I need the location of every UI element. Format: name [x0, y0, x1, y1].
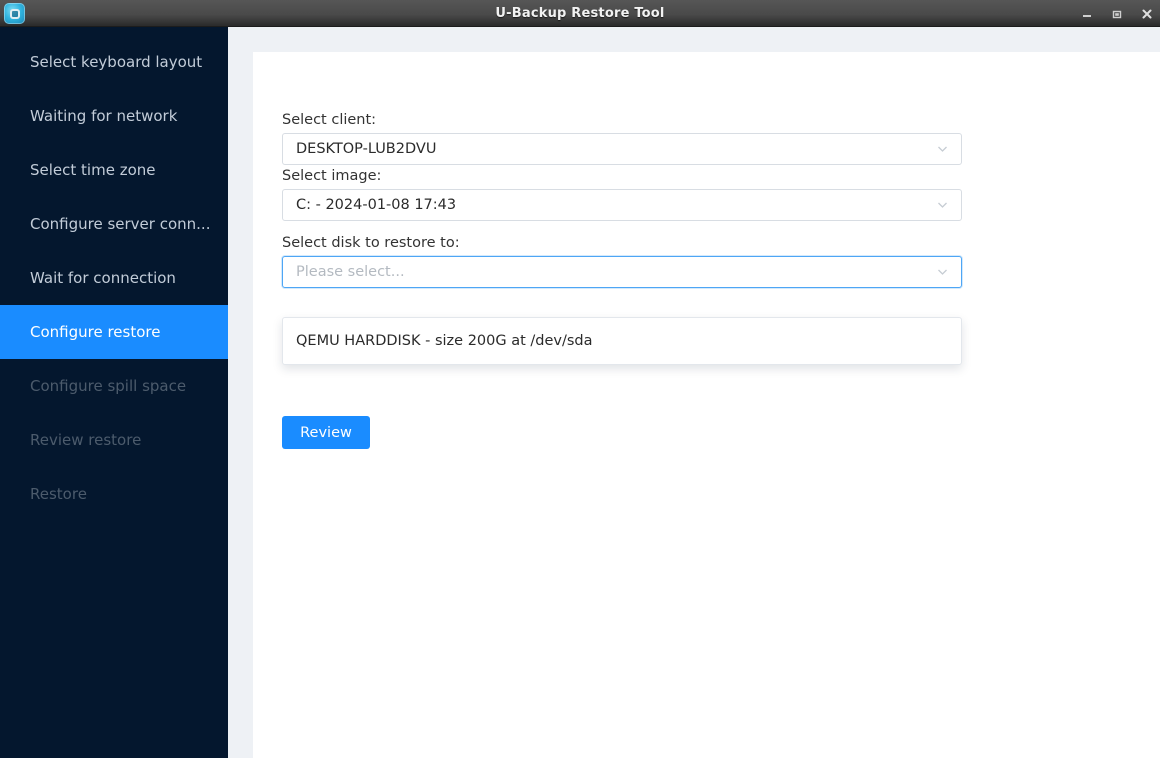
sidebar-item-configure-spill-space: Configure spill space: [0, 359, 228, 413]
app-body: Select keyboard layout Waiting for netwo…: [0, 27, 1160, 758]
sidebar-item-label: Wait for connection: [30, 269, 176, 287]
select-disk-label: Select disk to restore to:: [282, 235, 962, 251]
content-panel: Select client: DESKTOP-LUB2DVU Select im…: [253, 52, 1160, 758]
sidebar-item-label: Select time zone: [30, 161, 156, 179]
sidebar-item-label: Select keyboard layout: [30, 53, 202, 71]
sidebar-item-restore: Restore: [0, 467, 228, 521]
select-client-label: Select client:: [282, 112, 962, 128]
select-image-label: Select image:: [282, 168, 962, 184]
window-controls: [1080, 0, 1154, 27]
select-disk-dropdown[interactable]: Please select...: [282, 256, 962, 288]
select-image-value: C: - 2024-01-08 17:43: [296, 197, 456, 213]
select-image-dropdown[interactable]: C: - 2024-01-08 17:43: [282, 189, 962, 221]
restore-configuration-form: Select client: DESKTOP-LUB2DVU Select im…: [282, 112, 962, 288]
select-disk-placeholder: Please select...: [296, 264, 405, 280]
sidebar-item-label: Configure server conn...: [30, 215, 210, 233]
chevron-down-icon: [936, 143, 949, 156]
select-client-dropdown[interactable]: DESKTOP-LUB2DVU: [282, 133, 962, 165]
sidebar-item-waiting-for-network[interactable]: Waiting for network: [0, 89, 228, 143]
chevron-down-icon: [936, 199, 949, 212]
sidebar-item-wait-for-connection[interactable]: Wait for connection: [0, 251, 228, 305]
sidebar-item-select-keyboard-layout[interactable]: Select keyboard layout: [0, 35, 228, 89]
sidebar-item-label: Waiting for network: [30, 107, 177, 125]
sidebar-item-label: Configure restore: [30, 323, 160, 341]
review-button[interactable]: Review: [282, 416, 370, 449]
title-bar: U-Backup Restore Tool: [0, 0, 1160, 27]
close-icon[interactable]: [1140, 7, 1154, 21]
window-title: U-Backup Restore Tool: [0, 6, 1160, 21]
sidebar-item-configure-server-connection[interactable]: Configure server conn...: [0, 197, 228, 251]
sidebar-item-select-time-zone[interactable]: Select time zone: [0, 143, 228, 197]
sidebar-item-configure-restore[interactable]: Configure restore: [0, 305, 228, 359]
sidebar: Select keyboard layout Waiting for netwo…: [0, 27, 228, 758]
minimize-icon[interactable]: [1080, 7, 1094, 21]
content-gutter: [228, 27, 253, 758]
sidebar-item-label: Restore: [30, 485, 87, 503]
select-disk-options-list: QEMU HARDDISK - size 200G at /dev/sda: [282, 317, 962, 365]
restore-icon[interactable]: [1110, 7, 1124, 21]
sidebar-item-label: Review restore: [30, 431, 141, 449]
select-client-value: DESKTOP-LUB2DVU: [296, 141, 436, 157]
app-icon-glyph: [10, 9, 20, 19]
sidebar-item-review-restore: Review restore: [0, 413, 228, 467]
app-icon: [4, 3, 25, 24]
select-disk-option[interactable]: QEMU HARDDISK - size 200G at /dev/sda: [283, 324, 961, 358]
sidebar-item-label: Configure spill space: [30, 377, 186, 395]
chevron-down-icon: [936, 266, 949, 279]
